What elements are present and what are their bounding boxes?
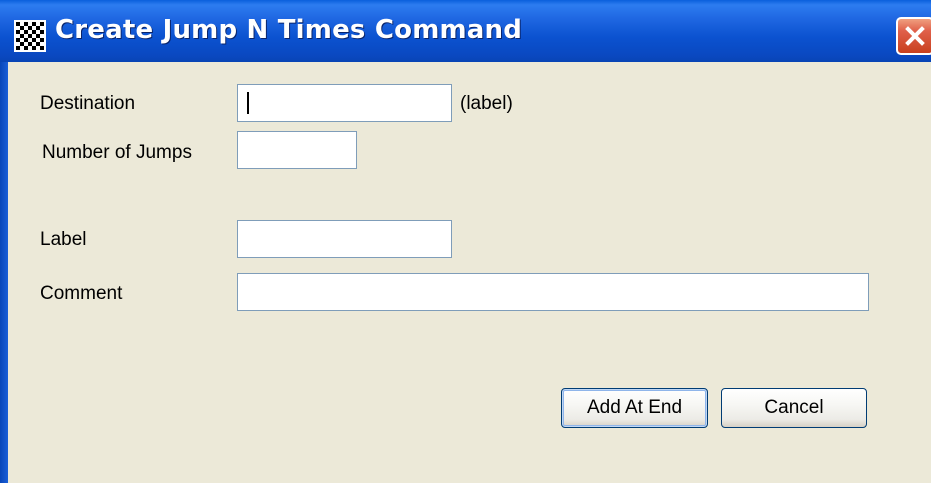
label-label: Label xyxy=(40,229,87,250)
number-of-jumps-input[interactable] xyxy=(237,131,357,169)
title-bar[interactable]: Create Jump N Times Command xyxy=(0,0,931,62)
destination-hint: (label) xyxy=(460,93,513,114)
add-at-end-button[interactable]: Add At End xyxy=(561,388,708,428)
text-cursor xyxy=(247,92,249,114)
destination-label: Destination xyxy=(40,93,136,114)
close-button[interactable] xyxy=(896,17,931,55)
app-pattern-icon xyxy=(14,20,46,52)
window-frame-left xyxy=(0,62,8,483)
comment-input[interactable] xyxy=(237,273,869,311)
close-icon xyxy=(905,26,925,46)
dialog-window: Create Jump N Times Command Destination … xyxy=(0,0,931,483)
destination-input[interactable] xyxy=(237,84,452,122)
label-input[interactable] xyxy=(237,220,452,258)
number-of-jumps-label: Number of Jumps xyxy=(42,142,192,163)
window-title: Create Jump N Times Command xyxy=(55,15,523,45)
cancel-button[interactable]: Cancel xyxy=(721,388,867,428)
comment-label: Comment xyxy=(40,283,123,304)
